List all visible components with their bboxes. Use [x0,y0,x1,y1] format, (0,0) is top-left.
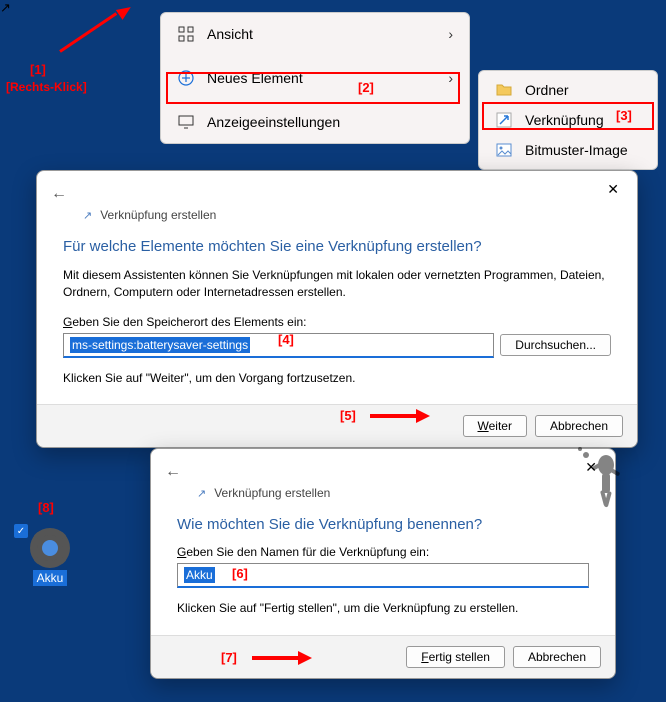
dialog-hint: Klicken Sie auf "Weiter", um den Vorgang… [63,370,611,387]
diver-silhouette-icon [576,445,636,515]
annotation-7: [7] [221,650,237,665]
dialog-hint: Klicken Sie auf "Fertig stellen", um die… [177,600,589,617]
dialog-footer: Weiter Abbrechen [37,404,637,447]
cancel-button[interactable]: Abbrechen [513,646,601,668]
dialog-header: ✕ [151,449,615,482]
desktop-shortcut-label: Akku [33,570,68,586]
menu-item-label: Ansicht [207,26,253,42]
dialog-title-line: ↗ Verknüpfung erstellen [151,482,615,508]
dialog-create-shortcut-2: ✕ ← ↗ Verknüpfung erstellen Wie möchten … [150,448,616,679]
finish-button[interactable]: Fertig stellen [406,646,505,668]
dialog-create-shortcut-1: ✕ ← ↗ Verknüpfung erstellen Für welche E… [36,170,638,448]
submenu-item-label: Ordner [525,82,569,98]
back-icon[interactable]: ← [165,463,181,481]
menu-item-label: Anzeigeeinstellungen [207,114,340,130]
annotation-1-label: [1] [30,62,46,77]
plus-circle-icon [177,69,195,87]
arrow-1-shaft [59,12,117,53]
annotation-4: [4] [278,332,294,347]
annotation-2: [2] [358,80,374,95]
display-icon [177,113,195,131]
close-icon[interactable]: ✕ [601,179,625,200]
back-icon[interactable]: ← [51,185,67,203]
dialog-title-line: ↗ Verknüpfung erstellen [37,204,637,230]
menu-item-label: Neues Element [207,70,303,86]
cancel-button[interactable]: Abbrechen [535,415,623,437]
shortcut-small-icon: ↗ [197,487,206,500]
dialog-window-title: Verknüpfung erstellen [100,208,216,222]
view-icon [177,25,195,43]
image-icon [495,141,513,159]
dialog-window-title: Verknüpfung erstellen [214,486,330,500]
dialog-field-label: Geben Sie den Speicherort des Elements e… [63,315,611,329]
next-button[interactable]: Weiter [463,415,527,437]
annotation-1-text: [Rechts-Klick] [6,80,87,94]
dialog-heading: Für welche Elemente möchten Sie eine Ver… [63,238,611,255]
annotation-5: [5] [340,408,356,423]
submenu-item-label: Verknüpfung [525,112,604,128]
annotation-3: [3] [616,108,632,123]
gear-icon [30,528,70,568]
check-icon: ✓ [14,524,28,538]
shortcut-small-icon: ↗ [83,209,92,222]
menu-item-neues-element[interactable]: Neues Element › [165,61,465,95]
folder-icon [495,81,513,99]
shortcut-icon [495,111,513,129]
dialog-field-label: Geben Sie den Namen für die Verknüpfung … [177,545,589,559]
dialog-header: ✕ [37,171,637,204]
browse-button[interactable]: Durchsuchen... [500,334,611,356]
chevron-right-icon: › [448,70,453,86]
dialog-heading: Wie möchten Sie die Verknüpfung benennen… [177,516,589,533]
menu-item-anzeige[interactable]: Anzeigeeinstellungen [165,105,465,139]
submenu-item-label: Bitmuster-Image [525,142,628,158]
chevron-right-icon: › [448,26,453,42]
menu-item-ansicht[interactable]: Ansicht › [165,17,465,51]
context-menu: Ansicht › Neues Element › Anzeigeeinstel… [160,12,470,144]
submenu-item-ordner[interactable]: Ordner [483,75,653,105]
annotation-6: [6] [232,566,248,581]
annotation-8: [8] [38,500,54,515]
submenu-item-bitmuster[interactable]: Bitmuster-Image [483,135,653,165]
dialog-body-text: Mit diesem Assistenten können Sie Verknü… [63,267,611,301]
